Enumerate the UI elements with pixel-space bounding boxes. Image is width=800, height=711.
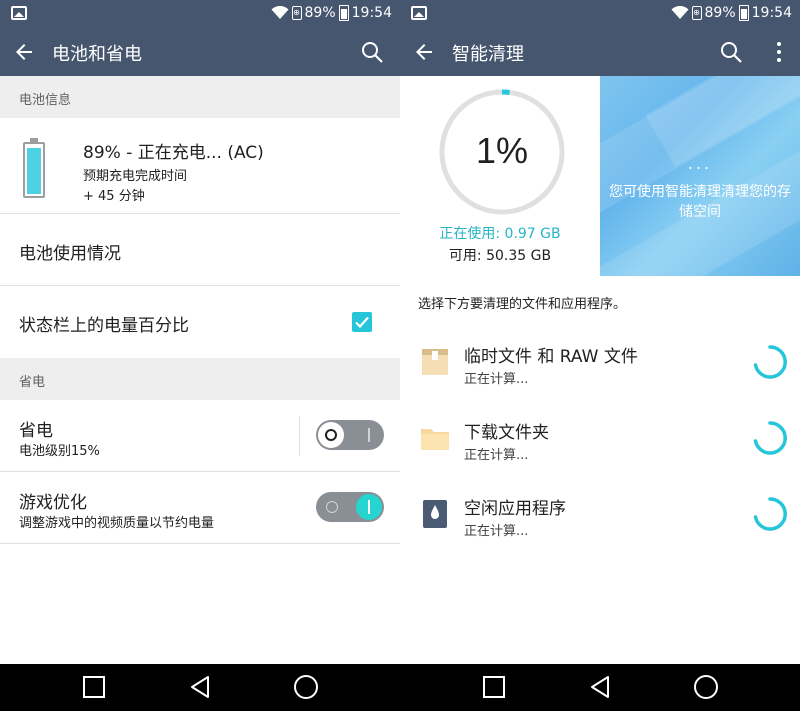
clean-item-title: 下载文件夹 (464, 423, 549, 443)
page-title: 电池和省电 (52, 44, 142, 65)
storage-percent: 1% (475, 130, 529, 171)
power-saving-row[interactable]: 省电 电池级别15% (0, 400, 400, 472)
back-arrow-icon[interactable] (412, 40, 436, 64)
clean-item-downloads[interactable]: 下载文件夹 正在计算... (400, 402, 800, 476)
battery-estimate-value: + 45 分钟 (83, 189, 145, 204)
more-options-icon[interactable] (776, 42, 782, 64)
recent-apps-button[interactable] (483, 676, 505, 698)
battery-status-text: 89% - 正在充电... (AC) (83, 143, 264, 163)
battery-estimate-label: 预期充电完成时间 (83, 169, 188, 184)
search-icon[interactable] (360, 40, 384, 64)
game-optimize-toggle[interactable] (316, 492, 384, 522)
battery-percent: 89% (304, 5, 336, 21)
page-title: 智能清理 (452, 44, 524, 65)
back-arrow-icon[interactable] (12, 40, 36, 64)
storage-usage-card: 1% 正在使用: 0.97 GB 可用: 50.35 GB (400, 76, 600, 276)
clean-item-status: 正在计算... (464, 372, 529, 387)
section-header-power-saving: 省电 (0, 358, 400, 400)
home-button[interactable] (294, 675, 318, 699)
clock: 19:54 (751, 5, 792, 21)
battery-fill (27, 147, 41, 194)
promo-message: 您可使用智能清理清理您的存储空间 (609, 184, 791, 220)
storage-used: 正在使用: 0.97 GB (439, 226, 561, 242)
loading-spinner-icon (753, 345, 787, 379)
recent-apps-button[interactable] (83, 676, 105, 698)
data-saver-icon: ⊕ (691, 6, 702, 20)
image-icon (11, 6, 27, 20)
clean-item-temp-files[interactable]: 临时文件 和 RAW 文件 正在计算... (400, 326, 800, 400)
loading-spinner-icon (753, 497, 787, 531)
battery-icon (738, 5, 749, 21)
clean-item-idle-apps[interactable]: 空闲应用程序 正在计算... (400, 478, 800, 552)
data-saver-icon: ⊕ (291, 6, 302, 20)
clock: 19:54 (351, 5, 392, 21)
status-bar-percent-checkbox[interactable] (352, 312, 372, 332)
clean-item-title: 临时文件 和 RAW 文件 (464, 347, 638, 367)
power-saving-subtitle: 电池级别15% (19, 444, 100, 459)
clean-item-status: 正在计算... (464, 448, 529, 463)
battery-level-icon (23, 138, 45, 198)
game-optimize-row[interactable]: 游戏优化 调整游戏中的视频质量以节约电量 (0, 472, 400, 544)
power-saving-title: 省电 (19, 421, 53, 441)
temp-file-icon (422, 349, 448, 375)
battery-usage-label: 电池使用情况 (19, 244, 121, 264)
smart-clean-screen: ⊕ 89% 19:54 智能清理 1% 正在使用: 0.97 GB 可用: 50… (400, 0, 800, 664)
idle-app-icon (423, 500, 447, 528)
navigation-bar (0, 664, 800, 711)
game-optimize-title: 游戏优化 (19, 493, 87, 513)
wifi-icon (671, 6, 689, 19)
search-icon[interactable] (719, 40, 743, 64)
smart-clean-promo[interactable]: ... 您可使用智能清理清理您的存储空间 (600, 76, 800, 276)
back-button[interactable] (187, 674, 213, 700)
status-bar-percent-row[interactable]: 状态栏上的电量百分比 (0, 286, 400, 358)
section-header-battery-info: 电池信息 (0, 76, 400, 118)
home-button[interactable] (694, 675, 718, 699)
power-saving-toggle[interactable] (316, 420, 384, 450)
check-icon (355, 316, 369, 329)
promo-dots: ... (687, 154, 713, 173)
status-bar: ⊕ 89% 19:54 (0, 0, 400, 28)
storage-available: 可用: 50.35 GB (448, 248, 552, 264)
clean-hint: 选择下方要清理的文件和应用程序。 (418, 297, 627, 312)
battery-usage-row[interactable]: 电池使用情况 (0, 214, 400, 286)
app-bar: 电池和省电 (0, 28, 400, 76)
wifi-icon (271, 6, 289, 19)
divider (299, 416, 300, 456)
battery-screen: ⊕ 89% 19:54 电池和省电 电池信息 89% - 正在充电... (AC… (0, 0, 400, 664)
battery-percent: 89% (704, 5, 736, 21)
clean-item-title: 空闲应用程序 (464, 499, 566, 519)
app-bar: 智能清理 (400, 28, 800, 76)
status-bar-percent-label: 状态栏上的电量百分比 (19, 316, 189, 336)
loading-spinner-icon (753, 421, 787, 455)
clean-item-status: 正在计算... (464, 524, 529, 539)
image-icon (411, 6, 427, 20)
battery-status-row[interactable]: 89% - 正在充电... (AC) 预期充电完成时间 + 45 分钟 (0, 118, 400, 214)
back-button[interactable] (587, 674, 613, 700)
game-optimize-subtitle: 调整游戏中的视频质量以节约电量 (19, 516, 215, 531)
status-bar: ⊕ 89% 19:54 (400, 0, 800, 28)
battery-icon (338, 5, 349, 21)
folder-icon (421, 429, 449, 450)
